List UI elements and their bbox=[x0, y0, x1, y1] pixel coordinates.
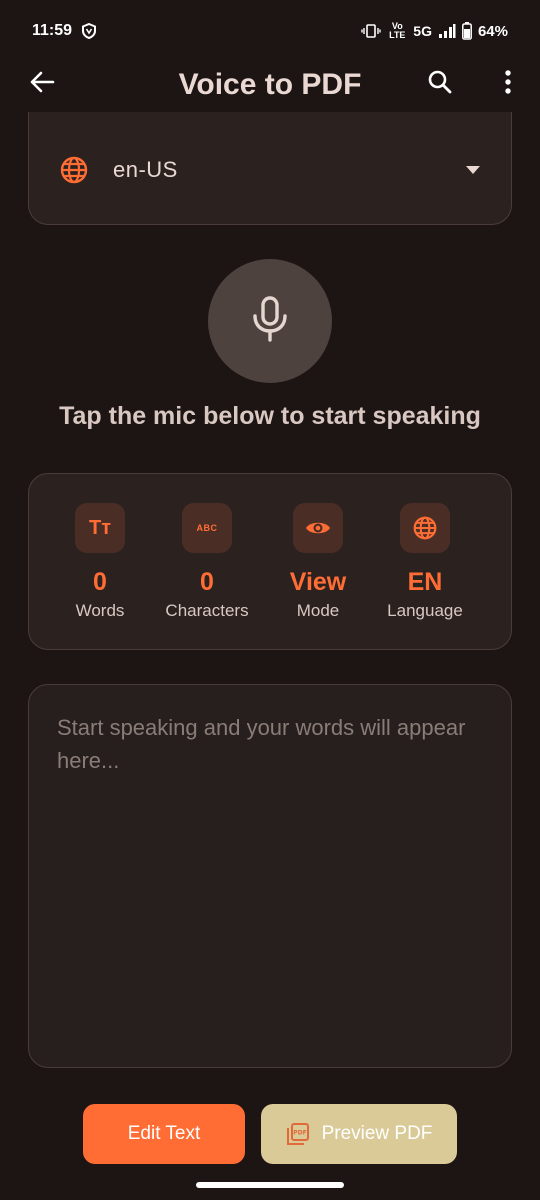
mic-hint: Tap the mic below to start speaking bbox=[59, 402, 481, 430]
status-time: 11:59 bbox=[32, 22, 73, 39]
stat-label: Words bbox=[75, 601, 125, 620]
arrow-back-icon bbox=[29, 70, 55, 99]
home-indicator[interactable] bbox=[196, 1182, 344, 1188]
transcript-field[interactable]: Start speaking and your words will appea… bbox=[28, 684, 512, 1068]
search-icon bbox=[427, 69, 453, 100]
stat-value: View bbox=[289, 568, 347, 596]
volte-label: Vo LTE bbox=[389, 21, 406, 40]
status-bar: 11:59 Vo LTE 5G 64% bbox=[0, 0, 540, 62]
edit-text-button[interactable]: Edit Text bbox=[83, 1104, 245, 1164]
stat-characters: ABC 0 Characters bbox=[147, 503, 267, 621]
stats-card: Tт 0 Words ABC 0 Characters View Mode EN… bbox=[28, 473, 512, 650]
eye-icon bbox=[293, 503, 343, 553]
svg-text:PDF: PDF bbox=[293, 1130, 306, 1137]
battery-icon bbox=[462, 22, 472, 40]
search-button[interactable] bbox=[418, 62, 462, 106]
more-options-button[interactable] bbox=[486, 62, 530, 106]
stat-label: Characters bbox=[165, 601, 249, 620]
back-button[interactable] bbox=[20, 62, 64, 106]
microphone-icon bbox=[252, 295, 288, 347]
language-selector[interactable]: en-US bbox=[28, 112, 512, 225]
more-vert-icon bbox=[504, 69, 512, 100]
stat-value: EN bbox=[407, 568, 443, 596]
preview-pdf-button[interactable]: PDF Preview PDF bbox=[261, 1104, 457, 1164]
vibrate-icon bbox=[361, 24, 381, 38]
battery-percent: 64% bbox=[477, 22, 508, 40]
pdf-icon: PDF bbox=[286, 1122, 310, 1146]
network-label: 5G bbox=[413, 23, 432, 39]
shield-icon bbox=[82, 23, 97, 39]
stat-label: Language bbox=[387, 601, 463, 620]
transcript-placeholder: Start speaking and your words will appea… bbox=[57, 715, 466, 773]
language-dropdown[interactable]: en-US bbox=[59, 152, 483, 188]
preview-pdf-label: Preview PDF bbox=[321, 1123, 433, 1144]
stat-language: EN Language bbox=[365, 503, 485, 621]
stat-label: Mode bbox=[296, 601, 340, 620]
globe-icon bbox=[59, 155, 89, 185]
chevron-down-icon bbox=[463, 160, 483, 180]
stat-value: 0 bbox=[200, 568, 214, 596]
stat-mode: View Mode bbox=[258, 503, 378, 621]
abc-icon: ABC bbox=[182, 503, 232, 553]
signal-icon bbox=[438, 23, 456, 39]
text-size-icon: Tт bbox=[75, 503, 125, 553]
microphone-button[interactable] bbox=[208, 259, 332, 383]
edit-text-label: Edit Text bbox=[127, 1123, 201, 1144]
stat-words: Tт 0 Words bbox=[40, 503, 160, 621]
stat-value: 0 bbox=[93, 568, 107, 596]
globe-icon bbox=[400, 503, 450, 553]
language-value: en-US bbox=[113, 157, 178, 182]
